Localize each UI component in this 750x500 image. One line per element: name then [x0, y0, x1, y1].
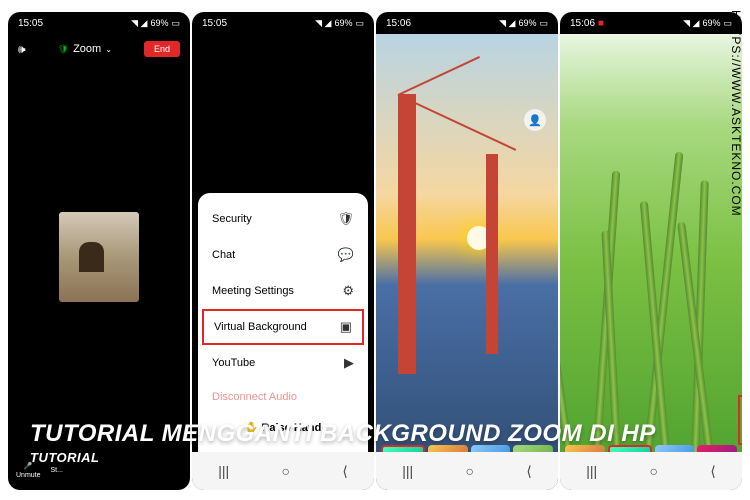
nav-back-button[interactable]: ⟨ [710, 463, 715, 480]
shield-icon: 🛡 [58, 44, 69, 55]
self-video-thumbnail[interactable] [59, 212, 139, 302]
menu-item-meeting-settings[interactable]: Meeting Settings ⚙ [198, 273, 368, 309]
tutorial-title-overlay: TUTORIAL MENGGANTI BACKGROUND ZOOM DI HP… [30, 420, 656, 465]
person-frame-icon: ▣ [340, 319, 352, 335]
nav-recents-button[interactable]: ||| [402, 463, 413, 479]
nav-home-button[interactable]: ○ [465, 463, 473, 479]
menu-item-virtual-background[interactable]: Virtual Background ▣ [202, 309, 364, 345]
youtube-icon: ▶ [344, 355, 354, 371]
category-label: TUTORIAL [30, 450, 656, 465]
chevron-down-icon: ⌄ [105, 45, 112, 54]
chat-icon: 💬 [338, 247, 354, 263]
nav-back-button[interactable]: ⟨ [526, 463, 531, 480]
expand-button[interactable]: 👤 [524, 109, 546, 131]
phone-screenshot-3: 15:06 ◥ ◢ 69% ▭ 👤 [376, 12, 558, 490]
expand-icon: 👤 [528, 114, 542, 127]
status-time: 15:06 ■ [570, 18, 604, 29]
shield-icon: 🛡 [337, 211, 354, 227]
status-time: 15:06 [386, 18, 411, 29]
bridge-tower [486, 154, 498, 354]
nav-recents-button[interactable]: ||| [586, 463, 597, 479]
speaker-icon[interactable]: 🕪 [18, 42, 26, 57]
status-bar: 15:05 ◥ ◢ 69% ▭ [192, 12, 374, 34]
more-menu-sheet: Security 🛡 Chat 💬 Meeting Settings ⚙ Vir… [198, 193, 368, 452]
nav-recents-button[interactable]: ||| [218, 463, 229, 479]
video-area [8, 64, 190, 450]
end-meeting-button[interactable]: End [144, 41, 180, 57]
source-url-sidebar: HTTPS://WWW.ASKTEKNO.COM [724, 0, 748, 500]
source-url: HTTPS://WWW.ASKTEKNO.COM [729, 10, 743, 217]
phones-row: 15:05 ◥ ◢ 69% ▭ 🕪 🛡 Zoom ⌄ End 🎤 Unmute [0, 0, 750, 490]
main-title: TUTORIAL MENGGANTI BACKGROUND ZOOM DI HP [30, 420, 656, 448]
status-bar: 15:06 ◥ ◢ 69% ▭ [376, 12, 558, 34]
status-bar: 15:06 ■ ◥ ◢ 69% ▭ [560, 12, 742, 34]
status-indicators: ◥ ◢ 69% ▭ [131, 18, 180, 29]
start-video-button[interactable]: St... [51, 467, 63, 474]
menu-item-youtube[interactable]: YouTube ▶ [198, 345, 368, 381]
nav-home-button[interactable]: ○ [649, 463, 657, 479]
status-time: 15:05 [18, 18, 43, 29]
menu-item-chat[interactable]: Chat 💬 [198, 237, 368, 273]
menu-item-security[interactable]: Security 🛡 [198, 201, 368, 237]
status-bar: 15:05 ◥ ◢ 69% ▭ [8, 12, 190, 34]
nav-back-button[interactable]: ⟨ [342, 463, 347, 480]
menu-item-disconnect-audio[interactable]: Disconnect Audio [198, 381, 368, 405]
phone-screenshot-4: 15:06 ■ ◥ ◢ 69% ▭ [560, 12, 742, 490]
nav-home-button[interactable]: ○ [281, 463, 289, 479]
status-indicators: ◥ ◢ 69% ▭ [499, 18, 548, 29]
zoom-meeting-title[interactable]: 🛡 Zoom ⌄ [58, 43, 112, 55]
gear-icon: ⚙ [342, 283, 354, 299]
phone-screenshot-1: 15:05 ◥ ◢ 69% ▭ 🕪 🛡 Zoom ⌄ End 🎤 Unmute [8, 12, 190, 490]
bridge-tower [398, 94, 416, 374]
phone-screenshot-2: 15:05 ◥ ◢ 69% ▭ Security 🛡 Chat 💬 Meetin… [192, 12, 374, 490]
status-indicators: ◥ ◢ 69% ▭ [315, 18, 364, 29]
status-time: 15:05 [202, 18, 227, 29]
zoom-meeting-header: 🕪 🛡 Zoom ⌄ End [8, 34, 190, 64]
